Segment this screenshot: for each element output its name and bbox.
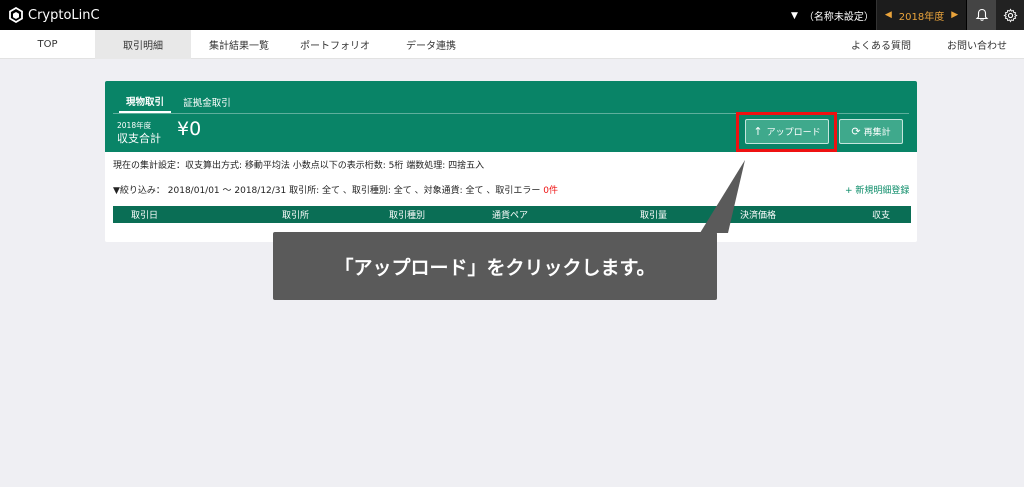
nav-data-link[interactable]: データ連携 xyxy=(383,30,479,59)
col-type[interactable]: 取引種別 xyxy=(389,206,425,223)
nav-summary[interactable]: 集計結果一覧 xyxy=(191,30,287,59)
brand-name: CryptoLinC xyxy=(28,7,100,23)
settings-button[interactable] xyxy=(996,0,1024,30)
logo-icon xyxy=(9,7,23,23)
table-header: 取引日 取引所 取引種別 通貨ペア 取引量 決済価格 収支 xyxy=(113,206,911,223)
total-label: 収支合計 xyxy=(117,132,161,145)
card-header: 現物取引 証拠金取引 2018年度 収支合計 ¥0 ↑ アップロード ⟳ 再集計 xyxy=(105,81,917,152)
nav-faq[interactable]: よくある質問 xyxy=(835,30,927,59)
col-pnl[interactable]: 収支 xyxy=(872,206,890,223)
year-selector: ◀ 2018年度 ▶ xyxy=(876,0,966,30)
instruction-callout: 「アップロード」をクリックします。 xyxy=(273,232,717,300)
nav-contact[interactable]: お問い合わせ xyxy=(934,30,1020,59)
main-nav: TOP 取引明細 集計結果一覧 ポートフォリオ データ連携 よくある質問 お問い… xyxy=(0,30,1024,59)
nav-transactions[interactable]: 取引明細 xyxy=(95,30,191,59)
refresh-icon: ⟳ xyxy=(851,125,861,138)
notification-button[interactable] xyxy=(967,0,996,30)
year-label: 2018年度 xyxy=(898,11,945,23)
recalculate-button[interactable]: ⟳ 再集計 xyxy=(839,119,903,144)
gear-icon xyxy=(1002,7,1018,23)
col-exchange[interactable]: 取引所 xyxy=(282,206,309,223)
user-name: （名称未設定） xyxy=(803,12,874,23)
upload-highlight xyxy=(736,112,837,152)
callout-text: 「アップロード」をクリックします。 xyxy=(334,256,656,279)
filter-summary[interactable]: ▼絞り込み： 2018/01/01 〜 2018/12/31 取引所: 全て 、… xyxy=(113,183,558,196)
filter-text: ▼絞り込み： 2018/01/01 〜 2018/12/31 取引所: 全て 、… xyxy=(113,186,541,196)
col-price[interactable]: 決済価格 xyxy=(740,206,776,223)
transactions-card: 現物取引 証拠金取引 2018年度 収支合計 ¥0 ↑ アップロード ⟳ 再集計… xyxy=(105,81,917,242)
next-year-icon[interactable]: ▶ xyxy=(951,10,958,20)
total-value: ¥0 xyxy=(177,118,202,140)
bell-icon xyxy=(975,8,988,21)
nav-portfolio[interactable]: ポートフォリオ xyxy=(287,30,383,59)
nav-top[interactable]: TOP xyxy=(0,30,95,59)
col-amount[interactable]: 取引量 xyxy=(640,206,667,223)
col-date[interactable]: 取引日 xyxy=(131,206,158,223)
tab-margin[interactable]: 証拠金取引 xyxy=(177,91,237,113)
user-dropdown[interactable]: ▼ （名称未設定） xyxy=(791,8,874,24)
aggregation-settings: 現在の集計設定：収支算出方式: 移動平均法 小数点以下の表示桁数: 5桁 端数処… xyxy=(113,161,485,171)
recalculate-button-label: 再集計 xyxy=(863,128,891,138)
prev-year-icon[interactable]: ◀ xyxy=(885,10,892,20)
new-entry-link[interactable]: + 新規明細登録 xyxy=(845,183,909,196)
brand-logo[interactable]: CryptoLinC xyxy=(8,6,100,24)
triangle-down-icon: ▼ xyxy=(791,10,798,21)
tab-spot[interactable]: 現物取引 xyxy=(119,91,171,113)
error-count: 0件 xyxy=(543,186,558,196)
col-pair[interactable]: 通貨ペア xyxy=(492,206,528,223)
top-bar: CryptoLinC ▼ （名称未設定） ◀ 2018年度 ▶ xyxy=(0,0,1024,30)
